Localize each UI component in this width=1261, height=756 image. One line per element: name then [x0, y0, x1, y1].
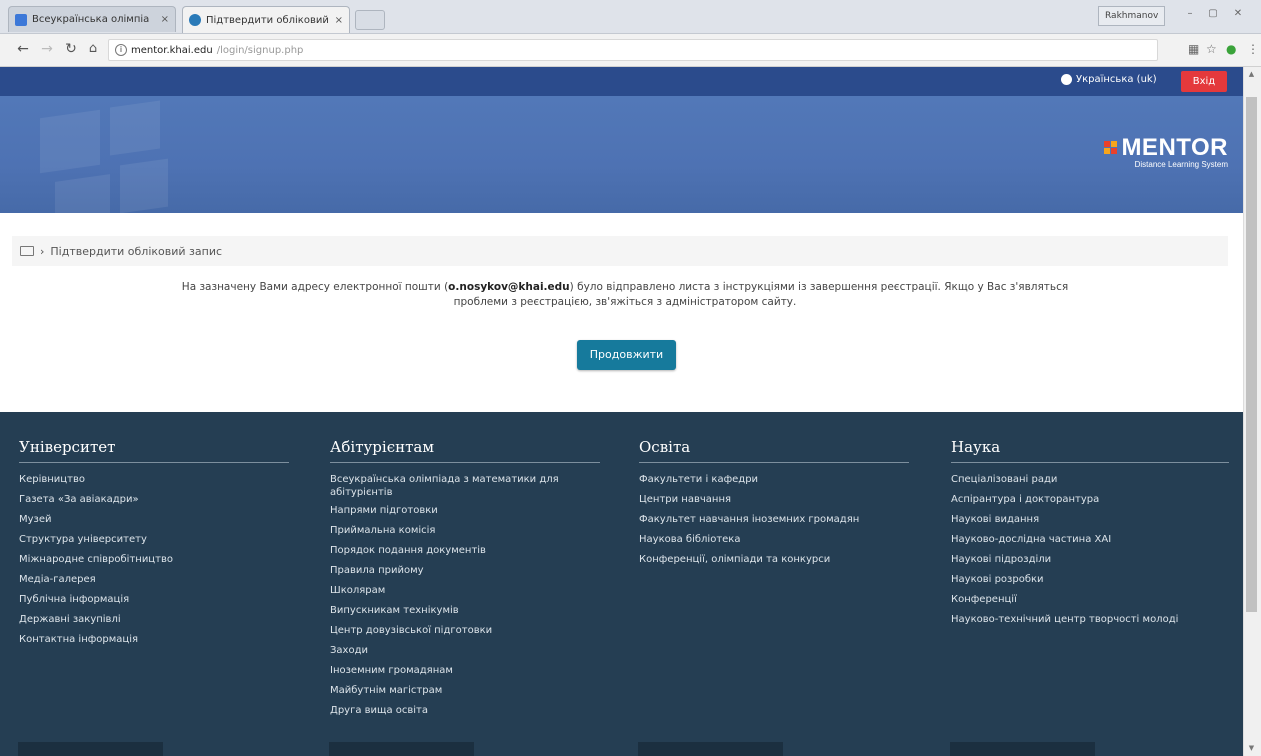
- footer-link[interactable]: Структура університету: [19, 533, 289, 546]
- footer-link[interactable]: Іноземним громадянам: [330, 664, 600, 677]
- footer-link[interactable]: Конференції: [951, 593, 1229, 606]
- scroll-down-icon[interactable]: ▼: [1246, 742, 1257, 754]
- logo-mark-icon: [1103, 141, 1118, 155]
- footer-link[interactable]: Факультети і кафедри: [639, 473, 909, 486]
- partner-logo[interactable]: [18, 742, 163, 756]
- footer-link[interactable]: Школярам: [330, 584, 600, 597]
- footer-link[interactable]: Наукові підрозділи: [951, 553, 1229, 566]
- footer-column-education: Освіта Факультети і кафедри Центри навча…: [639, 438, 909, 573]
- translate-icon[interactable]: ▦: [1188, 42, 1199, 56]
- browser-user-chip[interactable]: Rakhmanov: [1098, 6, 1166, 26]
- footer-link[interactable]: Факультет навчання іноземних громадян: [639, 513, 909, 526]
- footer-column-title: Абітурієнтам: [330, 438, 600, 463]
- new-tab-button[interactable]: [355, 10, 385, 30]
- partner-logo[interactable]: [329, 742, 474, 756]
- footer-link[interactable]: Майбутнім магістрам: [330, 684, 600, 697]
- tab-title: Підтвердити обліковий: [206, 14, 329, 26]
- footer-column-applicants: Абітурієнтам Всеукраїнська олімпіада з м…: [330, 438, 600, 724]
- breadcrumb-current: Підтвердити обліковий запис: [50, 244, 223, 258]
- logo-wordmark: MENTOR: [1121, 134, 1228, 161]
- url-path: /login/signup.php: [216, 44, 304, 56]
- footer-link[interactable]: Публічна інформація: [19, 593, 289, 606]
- footer-column-science: Наука Спеціалізовані ради Аспірантура і …: [951, 438, 1229, 633]
- footer-link[interactable]: Конференції, олімпіади та конкурси: [639, 553, 909, 566]
- footer-link[interactable]: Центри навчання: [639, 493, 909, 506]
- url-host: mentor.khai.edu: [131, 44, 213, 56]
- info-icon[interactable]: i: [115, 44, 127, 56]
- reload-icon[interactable]: ↻: [62, 40, 80, 58]
- footer-link[interactable]: Приймальна комісія: [330, 524, 600, 537]
- footer-link[interactable]: Порядок подання документів: [330, 544, 600, 557]
- scroll-up-icon[interactable]: ▲: [1246, 68, 1257, 80]
- browser-tab-bar: Всеукраїнська олімпіа × Підтвердити облі…: [0, 0, 1261, 34]
- footer-link[interactable]: Аспірантура і докторантура: [951, 493, 1229, 506]
- message-email: o.nosykov@khai.edu: [448, 281, 570, 293]
- message-text-before: На зазначену Вами адресу електронної пош…: [181, 281, 449, 293]
- back-arrow-icon[interactable]: ←: [14, 40, 32, 58]
- footer-link[interactable]: Наукові розробки: [951, 573, 1229, 586]
- footer-link[interactable]: Газета «За авіакадри»: [19, 493, 289, 506]
- footer-column-university: Університет Керівництво Газета «За авіак…: [19, 438, 289, 653]
- browser-tab-olympiad[interactable]: Всеукраїнська олімпіа ×: [8, 6, 176, 32]
- home-icon[interactable]: ⌂: [84, 40, 102, 58]
- close-tab-icon[interactable]: ×: [161, 14, 169, 25]
- site-banner: MENTOR Distance Learning System: [0, 96, 1243, 213]
- site-top-bar: Українська (uk) Вхід: [0, 67, 1243, 96]
- footer-column-title: Університет: [19, 438, 289, 463]
- forward-arrow-icon[interactable]: →: [38, 40, 56, 58]
- confirmation-message: На зазначену Вами адресу електронної пош…: [160, 280, 1090, 310]
- browser-tab-confirm[interactable]: Підтвердити обліковий ×: [182, 6, 350, 33]
- menu-dots-icon[interactable]: ⋮: [1247, 42, 1259, 56]
- login-button[interactable]: Вхід: [1181, 71, 1227, 92]
- mentor-favicon-icon: [189, 14, 201, 26]
- footer-link[interactable]: Наукова бібліотека: [639, 533, 909, 546]
- maximize-button[interactable]: ▢: [1203, 6, 1223, 22]
- site-footer: Університет Керівництво Газета «За авіак…: [0, 412, 1243, 756]
- address-bar[interactable]: i mentor.khai.edu/login/signup.php: [108, 39, 1158, 61]
- folder-icon[interactable]: [20, 246, 34, 256]
- footer-link[interactable]: Контактна інформація: [19, 633, 289, 646]
- language-menu[interactable]: Українська (uk): [1061, 74, 1157, 85]
- close-window-button[interactable]: ✕: [1228, 6, 1248, 22]
- footer-column-title: Наука: [951, 438, 1229, 463]
- footer-link[interactable]: Наукові видання: [951, 513, 1229, 526]
- site-favicon-icon: [15, 13, 27, 26]
- partner-logo[interactable]: [950, 742, 1095, 756]
- footer-link[interactable]: Науково-технічний центр творчості молоді: [951, 613, 1229, 626]
- footer-link[interactable]: Державні закупівлі: [19, 613, 289, 626]
- footer-link[interactable]: Міжнародне співробітництво: [19, 553, 289, 566]
- footer-link[interactable]: Спеціалізовані ради: [951, 473, 1229, 486]
- footer-link[interactable]: Друга вища освіта: [330, 704, 600, 717]
- footer-link[interactable]: Науково-дослідна частина ХАІ: [951, 533, 1229, 546]
- footer-link[interactable]: Керівництво: [19, 473, 289, 486]
- continue-button[interactable]: Продовжити: [577, 340, 676, 370]
- footer-link[interactable]: Напрями підготовки: [330, 504, 600, 517]
- breadcrumb-separator: ›: [40, 244, 45, 258]
- footer-link[interactable]: Заходи: [330, 644, 600, 657]
- footer-link[interactable]: Медіа-галерея: [19, 573, 289, 586]
- minimize-button[interactable]: –: [1180, 6, 1200, 22]
- footer-link[interactable]: Музей: [19, 513, 289, 526]
- shield-icon[interactable]: ●: [1226, 42, 1236, 56]
- logo-subtitle: Distance Learning System: [1134, 160, 1228, 169]
- footer-link[interactable]: Всеукраїнська олімпіада з математики для…: [330, 473, 600, 499]
- footer-link[interactable]: Центр довузівської підготовки: [330, 624, 600, 637]
- browser-toolbar: ← → ↻ ⌂ i mentor.khai.edu/login/signup.p…: [0, 34, 1261, 67]
- breadcrumb: › Підтвердити обліковий запис: [12, 236, 1228, 266]
- tab-title: Всеукраїнська олімпіа: [32, 14, 150, 25]
- close-tab-icon[interactable]: ×: [335, 15, 343, 26]
- partner-logo[interactable]: [638, 742, 783, 756]
- mentor-logo[interactable]: MENTOR Distance Learning System: [1080, 134, 1228, 169]
- bookmark-star-icon[interactable]: ☆: [1206, 42, 1217, 56]
- globe-icon: [1061, 74, 1072, 85]
- scrollbar-thumb[interactable]: [1246, 97, 1257, 612]
- footer-column-title: Освіта: [639, 438, 909, 463]
- footer-link[interactable]: Випускникам технікумів: [330, 604, 600, 617]
- footer-link[interactable]: Правила прийому: [330, 564, 600, 577]
- language-label: Українська (uk): [1076, 74, 1157, 85]
